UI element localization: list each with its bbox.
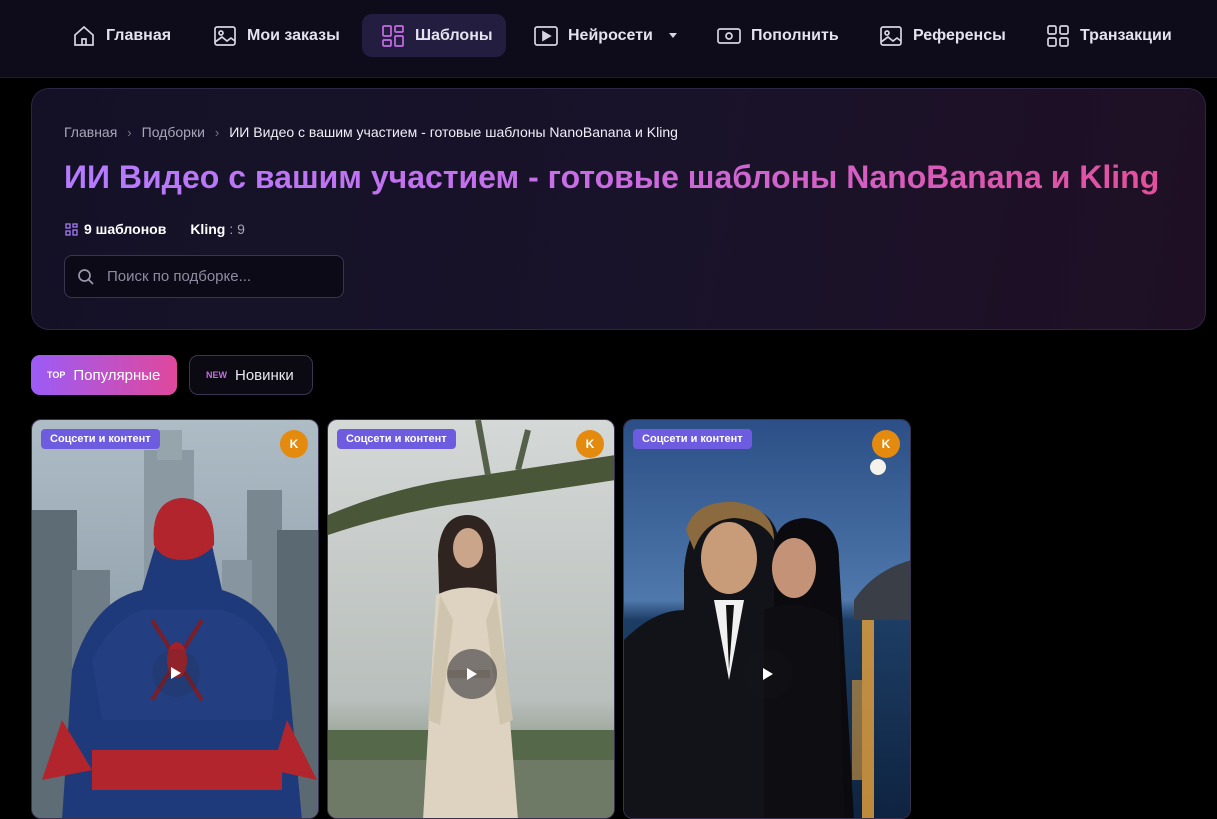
category-badge: Соцсети и контент <box>633 429 752 449</box>
breadcrumb-collections[interactable]: Подборки <box>142 124 205 140</box>
nav-label-templates: Шаблоны <box>415 26 493 44</box>
nav-label-home: Главная <box>106 26 172 44</box>
nav-item-references[interactable]: Референсы <box>869 14 1016 57</box>
card-thumbnail <box>624 420 910 818</box>
nav-item-templates[interactable]: Шаблоны <box>362 14 506 57</box>
nav-label-topup: Пополнить <box>751 26 839 44</box>
template-card[interactable]: Соцсети и контент K <box>327 419 615 819</box>
grid-icon <box>65 222 78 236</box>
nav-item-orders[interactable]: Мои заказы <box>203 14 350 57</box>
image-icon <box>880 25 902 46</box>
play-button[interactable] <box>743 649 793 699</box>
nav-label-neural-networks: Нейросети <box>568 26 653 44</box>
kling-model-badge: K <box>280 430 308 458</box>
image-icon <box>214 25 236 46</box>
top-tag: TOP <box>47 370 66 380</box>
model-count: : 9 <box>229 221 245 237</box>
kling-model-badge: K <box>576 430 604 458</box>
nav-item-neural-networks[interactable]: Нейросети <box>524 14 687 57</box>
search-input[interactable] <box>105 267 329 286</box>
collection-search[interactable] <box>64 255 344 298</box>
nav-label-transactions: Транзакции <box>1080 26 1172 44</box>
card-thumbnail <box>328 420 614 818</box>
kling-model-badge: K <box>872 430 900 458</box>
category-badge: Соцсети и контент <box>41 429 160 449</box>
collection-header: Главная › Подборки › ИИ Видео с вашим уч… <box>31 88 1206 330</box>
nav-item-topup[interactable]: Пополнить <box>707 14 849 57</box>
grid-icon <box>382 24 404 47</box>
breadcrumb-current: ИИ Видео с вашим участием - готовые шабл… <box>229 124 678 140</box>
templates-count: 9 шаблонов <box>84 221 167 237</box>
card-thumbnail <box>32 420 318 818</box>
grid-icon <box>1047 24 1069 47</box>
play-button[interactable] <box>447 649 497 699</box>
filter-new-label: Новинки <box>235 366 294 384</box>
nav-item-transactions[interactable]: Транзакции <box>1036 14 1182 57</box>
breadcrumb-home[interactable]: Главная <box>64 124 117 140</box>
filter-popular-label: Популярные <box>73 366 161 384</box>
chevron-down-icon <box>668 33 677 38</box>
home-icon <box>74 25 94 46</box>
collection-meta: 9 шаблонов Kling : 9 <box>65 221 245 237</box>
video-icon <box>534 25 558 46</box>
play-button[interactable] <box>152 649 200 697</box>
filter-new[interactable]: NEW Новинки <box>189 355 313 395</box>
template-card[interactable]: Соцсети и контент K <box>31 419 319 819</box>
wallet-icon <box>717 27 741 44</box>
new-tag: NEW <box>206 370 227 380</box>
nav-label-orders: Мои заказы <box>247 26 340 44</box>
search-icon <box>78 268 94 285</box>
category-badge: Соцсети и контент <box>337 429 456 449</box>
chevron-right-icon: › <box>127 124 132 140</box>
play-icon <box>171 667 181 679</box>
breadcrumb: Главная › Подборки › ИИ Видео с вашим уч… <box>64 124 678 140</box>
top-navigation: Главная Мои заказы Шаблоны Нейросети Поп… <box>0 0 1217 78</box>
filter-popular[interactable]: TOP Популярные <box>31 355 177 395</box>
model-name: Kling <box>190 221 226 237</box>
play-icon <box>467 668 477 680</box>
nav-item-home[interactable]: Главная <box>62 14 181 57</box>
page-title: ИИ Видео с вашим участием - готовые шабл… <box>64 159 1160 195</box>
nav-label-references: Референсы <box>913 26 1006 44</box>
play-icon <box>763 668 773 680</box>
template-card[interactable]: Соцсети и контент K <box>623 419 911 819</box>
chevron-right-icon: › <box>214 124 220 140</box>
